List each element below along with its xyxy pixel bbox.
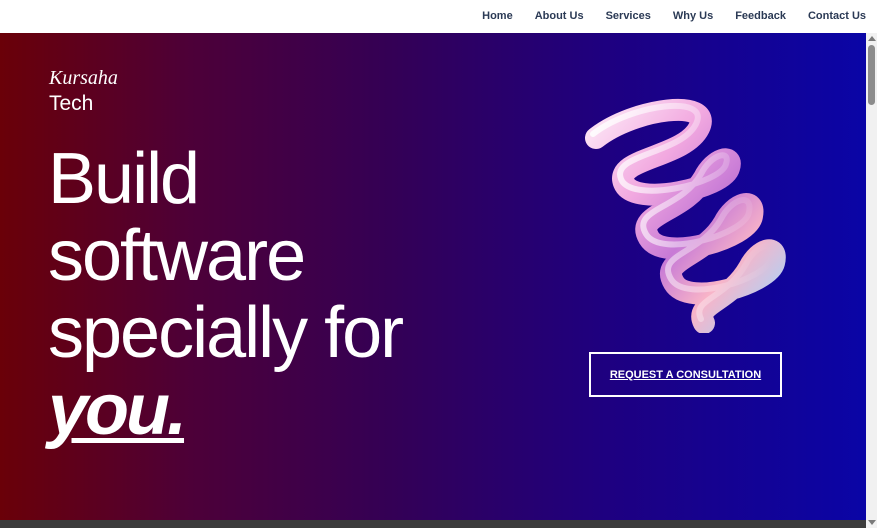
nav-item-feedback[interactable]: Feedback — [735, 10, 786, 22]
top-navigation: Home About Us Services Why Us Feedback C… — [0, 0, 877, 33]
headline-line-1: Build — [48, 139, 200, 219]
nav-item-about-us[interactable]: About Us — [535, 10, 584, 22]
vertical-scrollbar[interactable] — [866, 33, 877, 528]
brand-script-name: Kursaha — [49, 67, 118, 89]
headline-line-3: specially for — [48, 293, 404, 373]
nav-item-services[interactable]: Services — [606, 10, 651, 22]
scrollbar-thumb[interactable] — [868, 45, 875, 105]
nav-item-contact-us[interactable]: Contact Us — [808, 10, 866, 22]
scroll-up-arrow-icon[interactable] — [868, 36, 876, 41]
hero-headline: Build software specially for you. — [48, 139, 404, 450]
request-consultation-button[interactable]: REQUEST A CONSULTATION — [589, 352, 782, 397]
nav-list: Home About Us Services Why Us Feedback C… — [460, 10, 866, 22]
page: Home About Us Services Why Us Feedback C… — [0, 0, 877, 528]
headline-emphasis: you. — [48, 370, 187, 450]
next-section-edge — [0, 520, 866, 528]
nav-item-home[interactable]: Home — [482, 10, 513, 22]
spring-3d-icon — [585, 98, 786, 333]
hero-section: Kursaha Tech Build software specially fo… — [0, 33, 866, 520]
brand-word: Tech — [49, 92, 94, 115]
headline-line-2: software — [48, 216, 306, 296]
nav-item-why-us[interactable]: Why Us — [673, 10, 713, 22]
scroll-down-arrow-icon[interactable] — [868, 520, 876, 525]
